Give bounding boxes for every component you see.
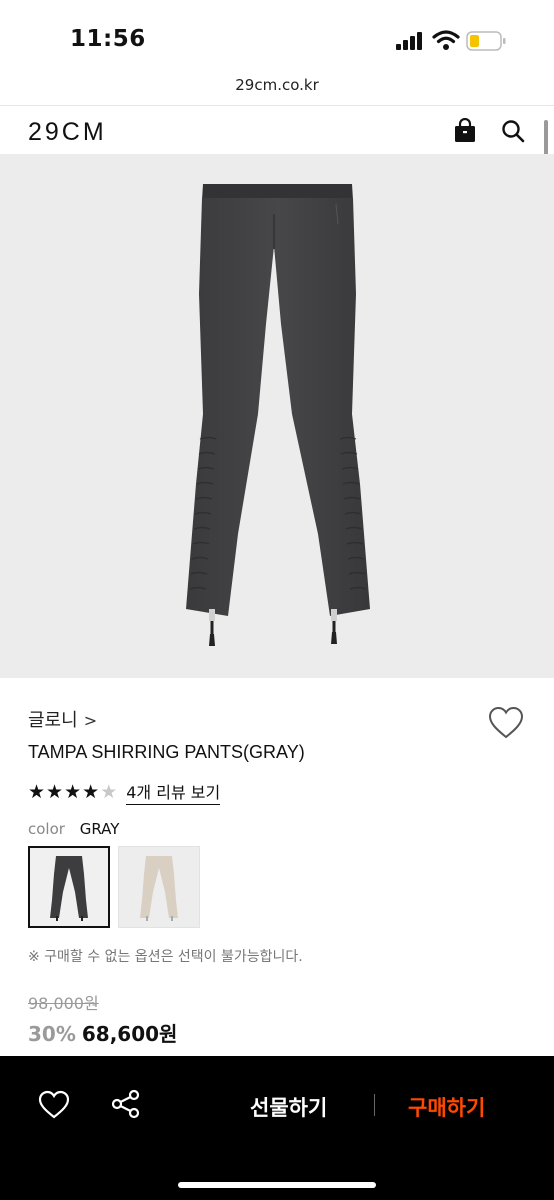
status-bar: 11:56 [0,0,554,70]
share-icon[interactable] [110,1088,142,1120]
discount-rate: 30% [28,1022,76,1046]
url-text: 29cm.co.kr [235,76,319,94]
status-time: 11:56 [70,26,146,52]
color-value: GRAY [79,820,120,838]
rating-row: ★ ★ ★ ★ ★ 4개 리뷰 보기 [28,779,221,805]
swatch-gray[interactable] [28,846,110,928]
wifi-icon [432,30,460,50]
home-indicator[interactable] [178,1182,376,1188]
app-header: 29CM [0,106,554,156]
wishlist-heart-icon[interactable] [38,1090,70,1120]
browser-url-bar[interactable]: 29cm.co.kr [0,70,554,106]
star-empty-icon: ★ [100,781,118,803]
cellular-signal-icon [396,32,422,50]
battery-icon [466,31,506,51]
divider [374,1094,375,1116]
price-row: 30% 68,600원 [28,1018,177,1047]
swatch-beige-thumbnail [140,856,178,921]
option-notice: ※ 구매할 수 없는 옵션은 선택이 불가능합니다. [28,949,303,965]
swatch-gray-thumbnail [50,856,88,921]
swatch-beige[interactable] [118,846,200,928]
star-filled-icon: ★ [46,781,64,803]
product-image[interactable] [0,154,554,678]
star-filled-icon: ★ [64,781,82,803]
pants-illustration [186,184,370,646]
review-link[interactable]: 4개 리뷰 보기 [126,779,221,805]
buy-button[interactable]: 구매하기 [408,1092,485,1122]
star-filled-icon: ★ [82,781,100,803]
original-price: 98,000원 [28,994,99,1013]
bottom-action-bar: 선물하기 구매하기 [0,1056,554,1200]
brand-link[interactable]: 글로니 > [28,706,97,732]
color-label: color [28,820,65,838]
shopping-bag-icon[interactable] [452,118,478,144]
site-logo[interactable]: 29CM [28,118,107,147]
gift-button[interactable]: 선물하기 [250,1092,327,1122]
brand-name: 글로니 [28,710,78,731]
chevron-right-icon: > [83,711,98,730]
search-icon[interactable] [500,118,526,144]
color-row: color GRAY [28,820,119,838]
wishlist-heart-icon[interactable] [488,706,524,740]
product-title: TAMPA SHIRRING PANTS(GRAY) [28,742,305,762]
star-filled-icon: ★ [28,781,46,803]
final-price: 68,600원 [81,1022,178,1046]
